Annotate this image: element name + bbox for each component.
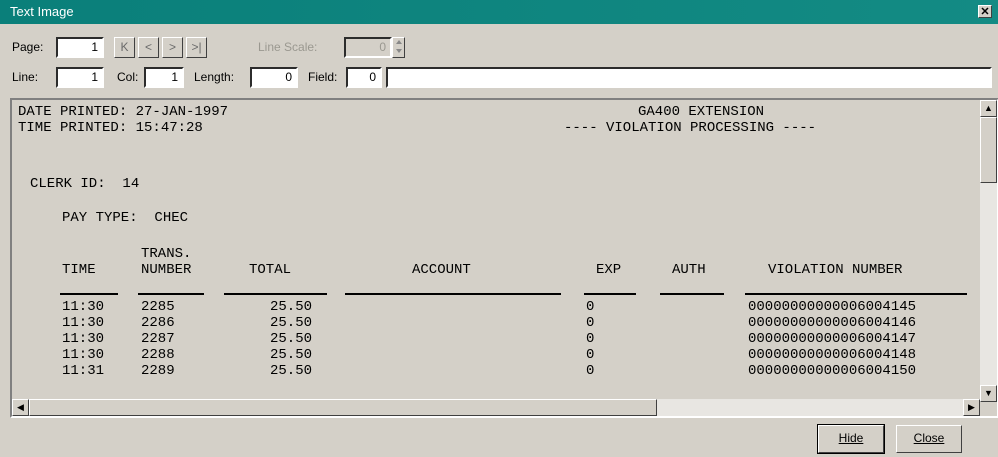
col-header-total: TOTAL xyxy=(249,262,292,278)
page-label: Page: xyxy=(12,40,44,54)
row-violation-cell: 00000000000006004146 xyxy=(748,315,917,331)
horizontal-scroll-thumb[interactable] xyxy=(29,399,657,416)
hide-button[interactable]: Hide xyxy=(817,424,885,454)
row-time-cell: 11:30 xyxy=(62,299,105,315)
header-rule xyxy=(138,293,204,295)
row-total-cell: 25.50 xyxy=(270,315,313,331)
col-input[interactable]: 1 xyxy=(144,67,184,88)
row-time-cell: 11:30 xyxy=(62,331,105,347)
page-input[interactable]: 1 xyxy=(56,37,104,58)
header-rule xyxy=(345,293,561,295)
col-header-trans-2: NUMBER xyxy=(141,262,192,278)
row-time-cell: 11:30 xyxy=(62,315,105,331)
scroll-up-icon[interactable]: ▲ xyxy=(980,100,997,117)
window-title: Text Image xyxy=(10,4,74,19)
row-exp-cell: 0 xyxy=(586,363,595,379)
row-violation-cell: 00000000000006004145 xyxy=(748,299,917,315)
col-label: Col: xyxy=(117,70,139,84)
row-total-cell: 25.50 xyxy=(270,331,313,347)
line-label: Line: xyxy=(12,70,39,84)
pay-type: PAY TYPE: CHEC xyxy=(62,210,189,226)
report-subheading: ---- VIOLATION PROCESSING ---- xyxy=(564,120,817,136)
title-bar: Text Image ✕ xyxy=(0,0,998,24)
prev-page-button[interactable]: < xyxy=(138,37,159,58)
row-trans-cell: 2288 xyxy=(141,347,175,363)
col-header-exp: EXP xyxy=(596,262,622,278)
scroll-right-icon[interactable]: ▶ xyxy=(963,399,980,416)
close-icon[interactable]: ✕ xyxy=(978,5,992,18)
field-text-box[interactable] xyxy=(386,67,992,88)
row-trans-cell: 2289 xyxy=(141,363,175,379)
horizontal-scrollbar[interactable]: ◀ ▶ xyxy=(12,399,980,416)
row-total-cell: 25.50 xyxy=(270,299,313,315)
text-image-window: Text Image ✕ Page: 1 K < > >| Line Scale… xyxy=(0,0,998,457)
line-input[interactable]: 1 xyxy=(56,67,104,88)
col-header-trans-1: TRANS. xyxy=(141,246,192,262)
header-rule xyxy=(660,293,724,295)
col-header-violation: VIOLATION NUMBER xyxy=(768,262,903,278)
close-button[interactable]: Close xyxy=(896,425,962,453)
vertical-scroll-thumb[interactable] xyxy=(980,117,997,183)
row-total-cell: 25.50 xyxy=(270,363,313,379)
scroll-down-icon[interactable]: ▼ xyxy=(980,385,997,402)
length-label: Length: xyxy=(194,70,235,84)
field-label: Field: xyxy=(308,70,338,84)
row-violation-cell: 00000000000006004148 xyxy=(748,347,917,363)
row-total-cell: 25.50 xyxy=(270,347,313,363)
header-rule xyxy=(60,293,118,295)
text-image-viewer[interactable]: DATE PRINTED: 27-JAN-1997 TIME PRINTED: … xyxy=(10,98,998,418)
row-violation-cell: 00000000000006004147 xyxy=(748,331,917,347)
header-rule xyxy=(224,293,327,295)
time-printed: TIME PRINTED: 15:47:28 xyxy=(18,120,203,136)
row-time-cell: 11:31 xyxy=(62,363,105,379)
col-header-account: ACCOUNT xyxy=(412,262,471,278)
date-printed: DATE PRINTED: 27-JAN-1997 xyxy=(18,104,229,120)
row-trans-cell: 2287 xyxy=(141,331,175,347)
clerk-id: CLERK ID: 14 xyxy=(30,176,140,192)
last-page-button[interactable]: >| xyxy=(186,37,207,58)
field-input[interactable]: 0 xyxy=(346,67,382,88)
header-rule xyxy=(745,293,967,295)
next-page-button[interactable]: > xyxy=(162,37,183,58)
col-header-auth: AUTH xyxy=(672,262,706,278)
row-exp-cell: 0 xyxy=(586,347,595,363)
row-trans-cell: 2285 xyxy=(141,299,175,315)
row-violation-cell: 00000000000006004150 xyxy=(748,363,917,379)
col-header-time: TIME xyxy=(62,262,96,278)
length-input[interactable]: 0 xyxy=(250,67,298,88)
line-scale-input[interactable]: 0 xyxy=(344,37,392,58)
line-scale-label: Line Scale: xyxy=(258,40,318,54)
first-page-button[interactable]: K xyxy=(114,37,135,58)
row-exp-cell: 0 xyxy=(586,331,595,347)
row-time-cell: 11:30 xyxy=(62,347,105,363)
report-heading: GA400 EXTENSION xyxy=(638,104,765,120)
row-trans-cell: 2286 xyxy=(141,315,175,331)
header-rule xyxy=(584,293,636,295)
line-scale-spinner[interactable] xyxy=(392,37,405,58)
row-exp-cell: 0 xyxy=(586,299,595,315)
row-exp-cell: 0 xyxy=(586,315,595,331)
scroll-left-icon[interactable]: ◀ xyxy=(12,399,29,416)
vertical-scrollbar[interactable]: ▲ ▼ xyxy=(980,100,997,402)
